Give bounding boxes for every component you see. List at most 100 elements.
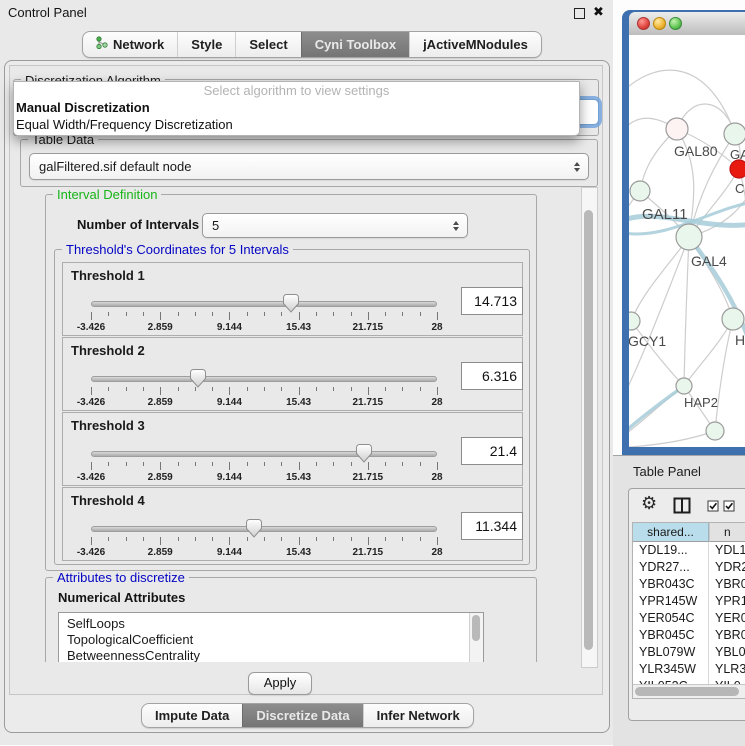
window-zoom-button[interactable] <box>669 17 682 30</box>
table-row[interactable]: YPR145WYPR1 <box>633 593 745 610</box>
slider-track[interactable] <box>91 451 437 457</box>
network-node[interactable] <box>630 181 650 201</box>
checkbox-icon[interactable] <box>723 499 735 517</box>
network-node[interactable] <box>676 378 692 394</box>
table-row[interactable]: YBL079WYBL0 <box>633 644 745 661</box>
list-scrollbar[interactable] <box>469 613 483 662</box>
threshold-slider[interactable]: -3.4262.8599.14415.4321.71528 <box>91 293 437 333</box>
threshold-value-input[interactable] <box>461 362 523 390</box>
tab-select[interactable]: Select <box>235 32 300 57</box>
close-icon[interactable]: ✖ <box>593 4 604 20</box>
tab-impute-data[interactable]: Impute Data <box>142 704 242 727</box>
slider-thumb[interactable] <box>246 519 262 538</box>
table-panel: Table Panel ⚙ shared... n YDL19...YDL1YD… <box>613 455 745 746</box>
table-cell[interactable]: YBR045C <box>633 627 709 644</box>
threshold-slider[interactable]: -3.4262.8599.14415.4321.71528 <box>91 443 437 483</box>
slider-track[interactable] <box>91 376 437 382</box>
tab-infer-network-label: Infer Network <box>377 704 460 727</box>
threshold-slider[interactable]: -3.4262.8599.14415.4321.71528 <box>91 368 437 408</box>
table-data-select[interactable]: galFiltered.sif default node <box>29 153 589 180</box>
threshold-value-input[interactable] <box>461 287 523 315</box>
dropdown-option-equal-width[interactable]: Equal Width/Frequency Discretization <box>14 116 579 133</box>
network-node[interactable] <box>722 308 744 330</box>
threshold-value-input[interactable] <box>461 437 523 465</box>
window-close-button[interactable] <box>637 17 650 30</box>
table-row[interactable]: YDR27...YDR2 <box>633 559 745 576</box>
tick-mark <box>195 537 196 541</box>
table-cell[interactable]: YPR145W <box>633 593 709 610</box>
column-header-shared-name[interactable]: shared... <box>633 523 709 542</box>
gear-icon[interactable]: ⚙ <box>641 493 657 514</box>
slider-thumb[interactable] <box>283 294 299 313</box>
apply-button[interactable]: Apply <box>248 672 312 695</box>
table-row[interactable]: YBR045CYBR0 <box>633 627 745 644</box>
slider-track[interactable] <box>91 526 437 532</box>
table-cell[interactable]: YBR0 <box>709 627 745 644</box>
table-header-row: shared... n <box>633 523 745 542</box>
numerical-attributes-label: Numerical Attributes <box>58 590 185 605</box>
window-minimize-button[interactable] <box>653 17 666 30</box>
threshold-panel: Threshold 3-3.4262.8599.14415.4321.71528 <box>62 412 523 486</box>
network-node[interactable] <box>724 123 745 145</box>
cyni-toolbox-panel: Discretization Algorithm Select algorith… <box>4 60 610 733</box>
table-scrollbar-thumb[interactable] <box>635 687 739 696</box>
tick-mark <box>420 537 421 541</box>
tab-discretize-data[interactable]: Discretize Data <box>242 704 362 727</box>
number-of-intervals-select[interactable]: 5 <box>202 213 468 238</box>
table-cell[interactable]: YLR345W <box>633 661 709 678</box>
table-cell[interactable]: YBL079W <box>633 644 709 661</box>
table-cell[interactable]: YBR043C <box>633 576 709 593</box>
table-row[interactable]: YLR345WYLR3 <box>633 661 745 678</box>
settings-scrollbar-thumb[interactable] <box>584 210 593 650</box>
tab-jactivemnodules[interactable]: jActiveMNodules <box>409 32 541 57</box>
dropdown-option-manual[interactable]: Manual Discretization <box>14 99 579 116</box>
table-cell[interactable]: YLR3 <box>709 661 745 678</box>
tab-infer-network[interactable]: Infer Network <box>363 704 473 727</box>
threshold-value-input[interactable] <box>461 512 523 540</box>
checkbox-icon[interactable] <box>707 499 719 517</box>
list-item[interactable]: TopologicalCoefficient <box>67 632 483 648</box>
threshold-slider[interactable]: -3.4262.8599.14415.4321.71528 <box>91 518 437 558</box>
network-node[interactable] <box>706 422 724 440</box>
tab-network[interactable]: Network <box>83 32 177 57</box>
columns-icon[interactable] <box>673 497 691 519</box>
table-cell[interactable]: YDR2 <box>709 559 745 576</box>
tick-mark <box>212 537 213 541</box>
float-window-icon[interactable] <box>574 8 585 19</box>
slider-track[interactable] <box>91 301 437 307</box>
table-row[interactable]: YER054CYER0 <box>633 610 745 627</box>
tab-style[interactable]: Style <box>177 32 235 57</box>
network-node[interactable] <box>629 312 640 330</box>
network-node-label: H <box>735 332 745 348</box>
tab-cyni-toolbox[interactable]: Cyni Toolbox <box>301 32 409 57</box>
tick-mark <box>229 387 230 395</box>
network-window-titlebar[interactable] <box>629 12 745 36</box>
tick-label: 21.715 <box>353 472 384 483</box>
table-horizontal-scrollbar[interactable] <box>633 684 745 698</box>
table-row[interactable]: YDL19...YDL1 <box>633 542 745 559</box>
table-cell[interactable]: YER054C <box>633 610 709 627</box>
slider-thumb[interactable] <box>356 444 372 463</box>
list-item[interactable]: BetweennessCentrality <box>67 648 483 662</box>
table-cell[interactable]: YPR1 <box>709 593 745 610</box>
list-scrollbar-thumb[interactable] <box>472 615 480 641</box>
slider-thumb[interactable] <box>190 369 206 388</box>
network-canvas[interactable]: GAL80GACGAL11GAL4GCY1HHAP2 <box>629 35 745 447</box>
table-cell[interactable]: YDR27... <box>633 559 709 576</box>
table-cell[interactable]: YBR0 <box>709 576 745 593</box>
tick-mark <box>178 462 179 466</box>
network-node[interactable] <box>676 224 702 250</box>
network-node[interactable] <box>666 118 688 140</box>
slider-tick-labels: -3.4262.8599.14415.4321.71528 <box>91 322 437 333</box>
table-cell[interactable]: YDL1 <box>709 542 745 559</box>
list-item[interactable]: SelfLoops <box>67 616 483 632</box>
settings-scrollbar[interactable] <box>581 187 598 668</box>
network-node[interactable] <box>730 160 745 178</box>
table-cell[interactable]: YBL0 <box>709 644 745 661</box>
table-row[interactable]: YBR043CYBR0 <box>633 576 745 593</box>
tick-mark <box>264 462 265 466</box>
tick-mark <box>178 537 179 541</box>
column-header-name[interactable]: n <box>709 523 745 542</box>
table-cell[interactable]: YDL19... <box>633 542 709 559</box>
table-cell[interactable]: YER0 <box>709 610 745 627</box>
